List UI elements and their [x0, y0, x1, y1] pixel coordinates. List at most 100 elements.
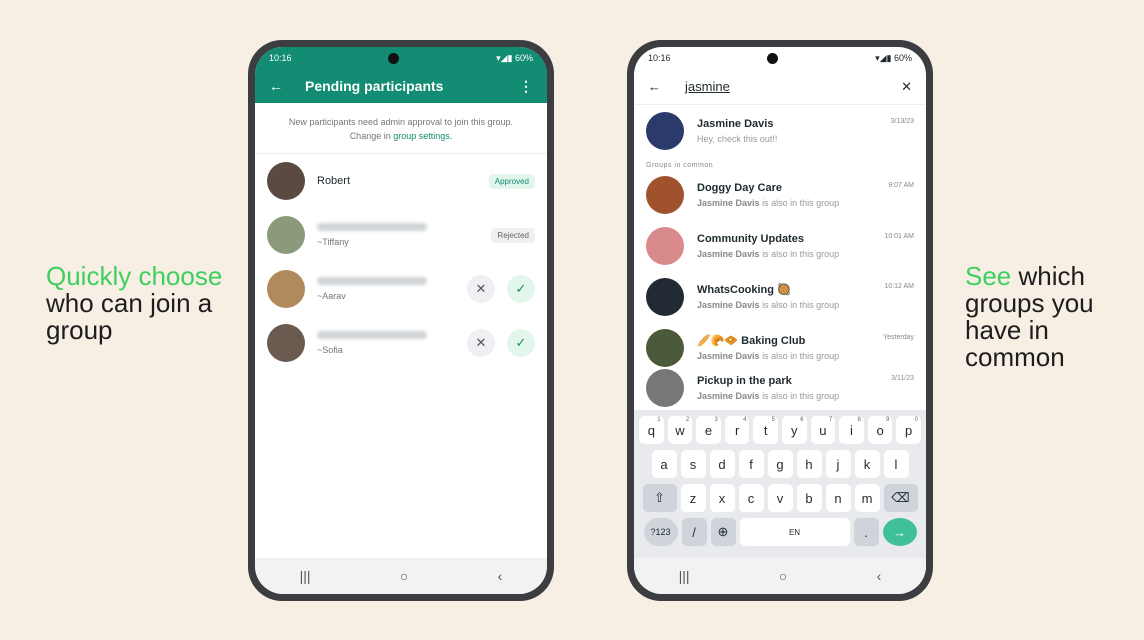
group-row[interactable]: WhatsCooking 🥘 10:12 AM Jasmine Davis is a… [634, 271, 926, 322]
blurred-phone [317, 277, 427, 285]
group-name: Pickup in the park [697, 375, 792, 387]
blurred-phone [317, 223, 427, 231]
key-p[interactable]: p0 [896, 416, 921, 444]
participant-name: ~Tiffany [317, 237, 349, 247]
key-d[interactable]: d [709, 450, 735, 478]
approve-button[interactable]: ✓ [507, 329, 535, 357]
participant-row[interactable]: ~Aarav ✕ ✓ [255, 262, 547, 316]
participant-row[interactable]: ~Tiffany Rejected [255, 208, 547, 262]
admin-note: New participants need admin approval to … [255, 103, 547, 154]
key-t[interactable]: t5 [753, 416, 778, 444]
key-i[interactable]: i8 [839, 416, 864, 444]
key-a[interactable]: a [651, 450, 677, 478]
key-v[interactable]: v [767, 484, 793, 512]
key-k[interactable]: k [854, 450, 880, 478]
slash-key[interactable]: / [681, 518, 707, 546]
section-header: Groups in common [646, 162, 714, 169]
group-row[interactable]: Doggy Day Care 9:07 AM Jasmine Davis is al… [634, 169, 926, 220]
back-icon[interactable]: ‹ [877, 568, 882, 584]
participant-row[interactable]: ~Sofia ✕ ✓ [255, 316, 547, 370]
key-l[interactable]: l [883, 450, 909, 478]
contact-result[interactable]: Jasmine Davis 3/13/23 Hey, check this out!… [634, 105, 926, 156]
participant-name: ~Aarav [317, 291, 346, 301]
back-arrow-icon[interactable]: ← [269, 78, 283, 94]
avatar [267, 216, 305, 254]
more-options-icon[interactable]: ⋮ [519, 78, 533, 95]
group-settings-link[interactable]: group settings. [393, 131, 452, 141]
space-key[interactable]: EN [739, 518, 850, 546]
symbols-key[interactable]: ?123 [643, 518, 678, 546]
key-h[interactable]: h [796, 450, 822, 478]
blurred-phone [317, 331, 427, 339]
left-caption: Quickly choose who can join a group [46, 261, 223, 345]
avatar [267, 270, 305, 308]
page-title: Pending participants [305, 78, 444, 94]
search-input[interactable]: jasmine [685, 79, 901, 94]
globe-icon[interactable]: ⊕ [710, 518, 736, 546]
status-icons: ▾◢▮ 60% [496, 52, 533, 63]
home-icon[interactable]: ○ [400, 568, 408, 584]
backspace-icon[interactable]: ⌫ [883, 484, 918, 512]
group-time: 10:01 AM [884, 232, 914, 240]
enter-arrow-icon[interactable]: → [882, 518, 917, 546]
group-name: WhatsCooking 🥘 [697, 284, 791, 296]
group-row[interactable]: 🥖🥐🧇 Baking Club Yesterday Jasmine Davis is… [634, 322, 926, 373]
status-badge: Rejected [491, 227, 535, 243]
avatar [646, 328, 684, 367]
key-z[interactable]: z [680, 484, 706, 512]
key-u[interactable]: u7 [810, 416, 836, 444]
group-time: 3/11/23 [891, 375, 914, 382]
group-row[interactable]: Pickup in the park 3/11/23 Jasmine Davis i… [634, 369, 926, 407]
approve-button[interactable]: ✓ [507, 275, 535, 303]
home-icon[interactable]: ○ [779, 568, 787, 584]
key-g[interactable]: g [767, 450, 793, 478]
back-icon[interactable]: ‹ [498, 568, 503, 584]
key-r[interactable]: r4 [724, 416, 750, 444]
key-e[interactable]: e3 [696, 416, 721, 444]
search-bar[interactable]: ← jasmine ✕ [634, 69, 926, 105]
key-f[interactable]: f [738, 450, 764, 478]
shift-key[interactable]: ⇧ [642, 484, 677, 512]
key-j[interactable]: j [825, 450, 851, 478]
key-x[interactable]: x [709, 484, 735, 512]
avatar [646, 226, 684, 265]
phone-left: 10:16 ▾◢▮ 60% ← Pending participants ⋮ New … [248, 40, 554, 601]
group-name: 🥖🥐🧇 Baking Club [697, 335, 806, 347]
reject-button[interactable]: ✕ [467, 275, 495, 303]
dot-key[interactable]: . [853, 518, 879, 546]
avatar [646, 369, 684, 407]
key-o[interactable]: o9 [867, 416, 893, 444]
group-time: 10:12 AM [884, 283, 914, 290]
key-s[interactable]: s [680, 450, 706, 478]
reject-button[interactable]: ✕ [467, 329, 495, 357]
clear-icon[interactable]: ✕ [901, 79, 912, 95]
key-b[interactable]: b [796, 484, 822, 512]
key-m[interactable]: m [854, 484, 880, 512]
key-y[interactable]: y6 [782, 416, 807, 444]
participant-name: Robert [317, 175, 351, 187]
participant-row[interactable]: Robert Approved [255, 154, 547, 208]
camera-icon [388, 52, 400, 64]
avatar [646, 111, 684, 150]
nav-bar: ||| ○ ‹ [255, 558, 547, 594]
group-name: Doggy Day Care [697, 181, 782, 194]
key-c[interactable]: c [738, 484, 764, 512]
key-q[interactable]: q1 [639, 416, 664, 444]
group-time: Yesterday [883, 334, 914, 341]
keyboard: q1w2e3r4t5y6u7i8o9p0asdfghjkl ⇧ z x c v b n m ⌫ … [634, 410, 926, 558]
avatar [267, 324, 305, 362]
avatar [646, 175, 684, 214]
nav-bar: ||| ○ ‹ [634, 558, 926, 594]
key-n[interactable]: n [825, 484, 851, 512]
back-arrow-icon[interactable]: ← [648, 79, 661, 94]
recents-icon[interactable]: ||| [300, 568, 311, 584]
avatar [267, 162, 305, 200]
camera-icon [767, 52, 779, 64]
group-name: Community Updates [697, 232, 804, 245]
avatar [646, 277, 684, 316]
status-badge: Approved [488, 173, 535, 189]
group-row[interactable]: Community Updates 10:01 AM Jasmine Davis i… [634, 220, 926, 271]
group-time: 9:07 AM [888, 181, 914, 189]
key-w[interactable]: w2 [667, 416, 693, 444]
recents-icon[interactable]: ||| [679, 568, 690, 584]
